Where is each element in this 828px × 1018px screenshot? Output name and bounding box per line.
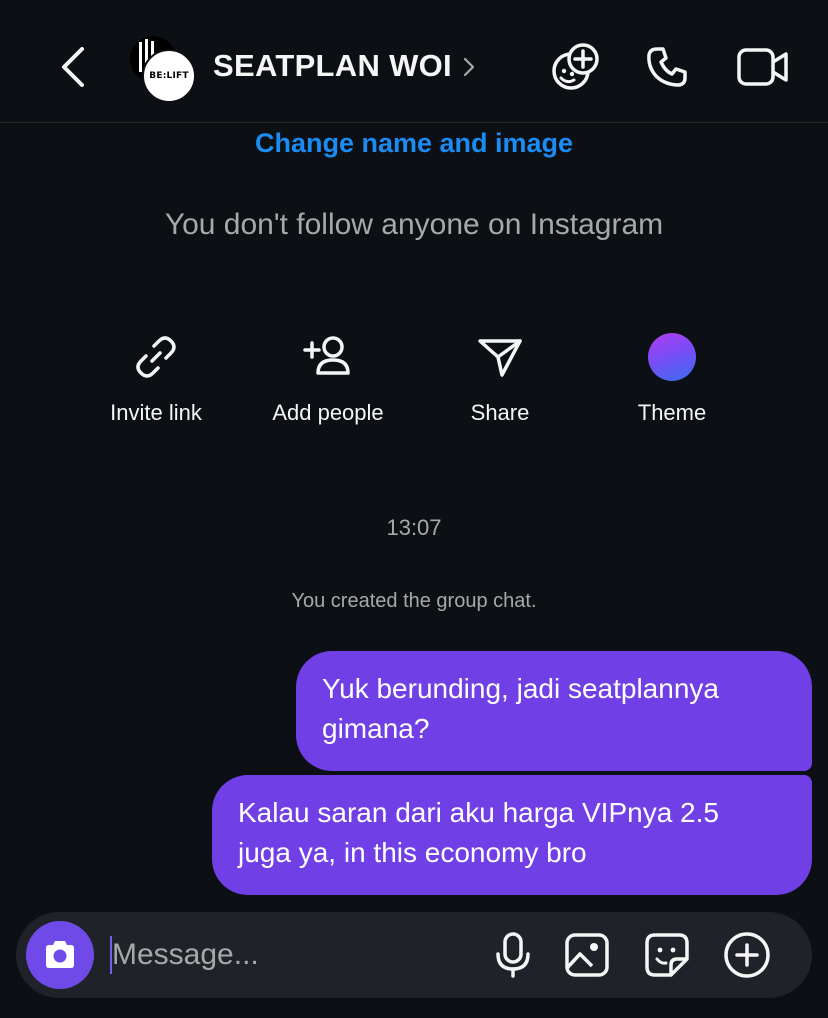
link-icon <box>136 336 176 378</box>
audio-call-button[interactable] <box>640 40 694 94</box>
thread-header: BE:LIFT SEATPLAN WOI <box>0 0 828 123</box>
theme-label: Theme <box>637 400 707 425</box>
sticker-icon <box>645 933 689 977</box>
invite-link-button[interactable]: Invite link <box>66 330 246 440</box>
phone-icon <box>647 47 687 87</box>
microphone-icon <box>496 932 530 978</box>
add-sticker-button[interactable] <box>548 40 602 94</box>
invite-link-label: Invite link <box>110 400 202 425</box>
camera-icon <box>46 941 74 968</box>
video-camera-icon <box>737 48 788 86</box>
add-person-icon <box>303 336 350 375</box>
system-message: You created the group chat. <box>291 590 537 612</box>
video-call-button[interactable] <box>736 40 790 94</box>
gallery-icon <box>565 933 609 977</box>
group-avatar[interactable]: BE:LIFT <box>128 34 196 103</box>
camera-button[interactable] <box>26 921 94 989</box>
gallery-button[interactable] <box>562 930 612 980</box>
chat-title[interactable]: SEATPLAN WOI <box>213 48 452 84</box>
sticker-button[interactable] <box>642 930 692 980</box>
add-people-button[interactable]: Add people <box>238 330 418 440</box>
more-options-button[interactable] <box>722 930 772 980</box>
follow-status-text: You don't follow anyone on Instagram <box>164 208 664 241</box>
sent-message-bubble[interactable]: Yuk berunding, jadi seatplannya gimana? <box>296 651 812 771</box>
chevron-left-icon <box>62 47 84 87</box>
message-timestamp: 13:07 <box>386 515 442 540</box>
plus-icon <box>724 932 770 978</box>
dm-thread-screen: BE:LIFT SEATPLAN WOI Change name and ima… <box>0 0 828 1018</box>
sticker-add-icon <box>552 43 599 90</box>
chevron-right-icon[interactable] <box>460 55 478 79</box>
sent-message-bubble[interactable]: Kalau saran dari aku harga VIPnya 2.5 ju… <box>212 775 812 895</box>
back-button[interactable] <box>52 42 92 92</box>
send-icon <box>478 339 522 377</box>
message-composer <box>16 912 812 998</box>
home-indicator-area <box>0 1012 828 1018</box>
theme-button[interactable]: Theme <box>582 330 762 440</box>
voice-message-button[interactable] <box>488 930 538 980</box>
share-label: Share <box>470 400 530 425</box>
share-button[interactable]: Share <box>410 330 590 440</box>
message-input[interactable] <box>112 932 472 978</box>
change-name-link[interactable]: Change name and image <box>0 128 828 159</box>
add-people-label: Add people <box>272 400 384 425</box>
avatar-logo-text: BE:LIFT <box>149 71 189 81</box>
avatar-primary: BE:LIFT <box>142 49 196 103</box>
theme-gradient-icon <box>648 333 696 381</box>
